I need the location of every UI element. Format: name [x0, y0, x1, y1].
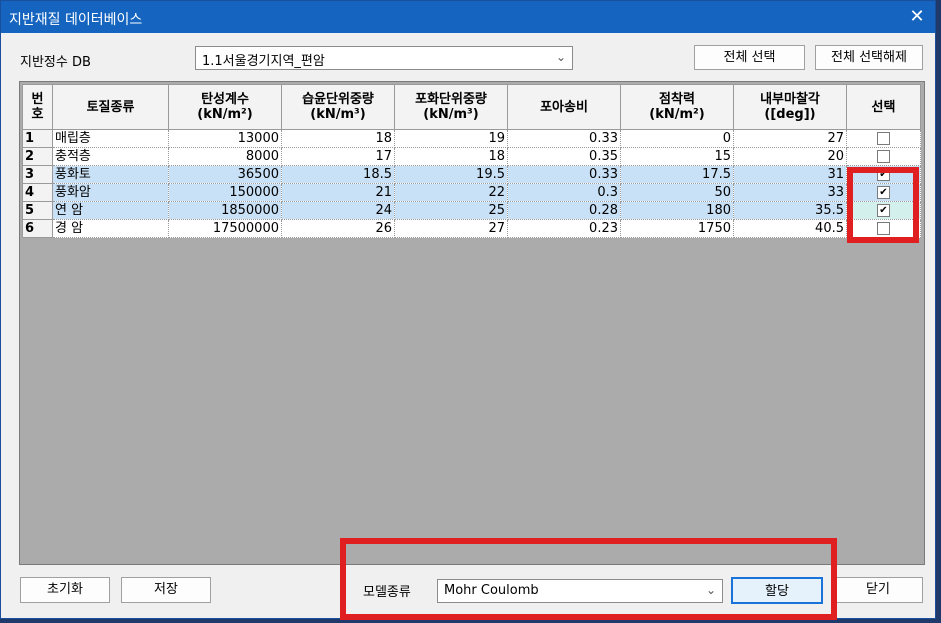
friction-angle-cell[interactable]: 33	[733, 183, 847, 202]
header-no[interactable]: 번 호	[22, 84, 53, 130]
friction-angle-cell[interactable]: 20	[733, 147, 847, 166]
cohesion-cell[interactable]: 1750	[620, 219, 734, 238]
material-table: 번 호 토질종류 탄성계수 (kN/m²) 습윤단위중량 (kN/m³) 포화단…	[22, 84, 921, 238]
sat-unit-weight-cell[interactable]: 22	[394, 183, 508, 202]
type-cell[interactable]: 풍화토	[52, 165, 169, 184]
reset-button[interactable]: 초기화	[20, 577, 110, 603]
select-all-button[interactable]: 전체 선택	[694, 45, 805, 70]
save-button[interactable]: 저장	[121, 577, 211, 603]
cohesion-cell[interactable]: 50	[620, 183, 734, 202]
type-cell[interactable]: 풍화암	[52, 183, 169, 202]
poisson-ratio-cell[interactable]: 0.33	[507, 165, 621, 184]
wet-unit-weight-cell[interactable]: 26	[281, 219, 395, 238]
select-checkbox[interactable]	[877, 149, 890, 163]
window-title: 지반재질 데이터베이스	[9, 12, 143, 28]
close-button[interactable]: 닫기	[833, 577, 923, 603]
model-type-label: 모델종류	[363, 585, 411, 600]
header-friction-angle[interactable]: 내부마찰각 ([deg])	[733, 84, 847, 130]
select-cell	[846, 219, 921, 238]
header-sat-unit-weight[interactable]: 포화단위중량 (kN/m³)	[394, 84, 508, 130]
elastic-modulus-cell[interactable]: 1850000	[168, 201, 282, 220]
wet-unit-weight-cell[interactable]: 18	[281, 129, 395, 148]
elastic-modulus-cell[interactable]: 150000	[168, 183, 282, 202]
elastic-modulus-cell[interactable]: 8000	[168, 147, 282, 166]
chevron-down-icon: ⌄	[705, 583, 716, 597]
table-row[interactable]: 5연 암 1850000 24 25 0.28 180 35.5 ✔	[22, 201, 921, 220]
select-checkbox[interactable]: ✔	[877, 203, 890, 217]
friction-angle-cell[interactable]: 31	[733, 165, 847, 184]
friction-angle-cell[interactable]: 27	[733, 129, 847, 148]
select-cell	[846, 147, 921, 166]
sat-unit-weight-cell[interactable]: 19	[394, 129, 508, 148]
table-row[interactable]: 4 풍화암 150000 21 22 0.3 50 33 ✔	[22, 183, 921, 202]
cohesion-cell[interactable]: 180	[620, 201, 734, 220]
row-number-cell[interactable]: 2	[22, 147, 53, 166]
cohesion-cell[interactable]: 15	[620, 147, 734, 166]
poisson-ratio-cell[interactable]: 0.33	[507, 129, 621, 148]
header-cohesion[interactable]: 점착력 (kN/m²)	[620, 84, 734, 130]
type-cell[interactable]: 경 암	[52, 219, 169, 238]
select-cell	[846, 129, 921, 148]
friction-angle-cell[interactable]: 35.5	[733, 201, 847, 220]
select-checkbox[interactable]: ✔	[877, 185, 890, 199]
assign-button[interactable]: 할당	[731, 577, 823, 604]
db-select[interactable]: 1.1서울경기지역_편암 ⌄	[195, 46, 573, 70]
header-wet-unit-weight[interactable]: 습윤단위중량 (kN/m³)	[281, 84, 395, 130]
select-cell: ✔	[846, 201, 921, 220]
wet-unit-weight-cell[interactable]: 18.5	[281, 165, 395, 184]
title-bar: 지반재질 데이터베이스 ✕	[1, 1, 935, 33]
elastic-modulus-cell[interactable]: 13000	[168, 129, 282, 148]
table-row[interactable]: 3 풍화토 36500 18.5 19.5 0.33 17.5 31 ✔	[22, 165, 921, 184]
header-select[interactable]: 선택	[846, 84, 921, 130]
wet-unit-weight-cell[interactable]: 17	[281, 147, 395, 166]
cohesion-cell[interactable]: 17.5	[620, 165, 734, 184]
select-checkbox[interactable]	[877, 221, 890, 235]
sat-unit-weight-cell[interactable]: 19.5	[394, 165, 508, 184]
poisson-ratio-cell[interactable]: 0.35	[507, 147, 621, 166]
model-type-value: Mohr Coulomb	[444, 583, 539, 598]
row-number-cell[interactable]: 4	[22, 183, 53, 202]
row-number-cell[interactable]: 3	[22, 165, 53, 184]
poisson-ratio-cell[interactable]: 0.23	[507, 219, 621, 238]
table-row[interactable]: 6경 암 17500000 26 27 0.23 1750 40.5	[22, 219, 921, 238]
header-soil-type[interactable]: 토질종류	[52, 84, 169, 130]
select-checkbox[interactable]: ✔	[877, 167, 890, 181]
poisson-ratio-cell[interactable]: 0.28	[507, 201, 621, 220]
close-icon[interactable]: ✕	[905, 5, 929, 29]
select-checkbox[interactable]	[877, 131, 890, 145]
model-type-select[interactable]: Mohr Coulomb ⌄	[437, 579, 723, 603]
row-number-cell[interactable]: 5	[22, 201, 53, 220]
sat-unit-weight-cell[interactable]: 25	[394, 201, 508, 220]
db-select-value: 1.1서울경기지역_편암	[202, 54, 325, 69]
cohesion-cell[interactable]: 0	[620, 129, 734, 148]
sat-unit-weight-cell[interactable]: 27	[394, 219, 508, 238]
select-cell: ✔	[846, 165, 921, 184]
elastic-modulus-cell[interactable]: 36500	[168, 165, 282, 184]
chevron-down-icon: ⌄	[555, 50, 566, 64]
wet-unit-weight-cell[interactable]: 24	[281, 201, 395, 220]
db-label: 지반정수 DB	[20, 55, 91, 70]
wet-unit-weight-cell[interactable]: 21	[281, 183, 395, 202]
poisson-ratio-cell[interactable]: 0.3	[507, 183, 621, 202]
material-database-dialog: 지반재질 데이터베이스 ✕ 지반정수 DB 1.1서울경기지역_편암 ⌄ 전체 …	[0, 0, 936, 620]
select-cell: ✔	[846, 183, 921, 202]
grid-area: 번 호 토질종류 탄성계수 (kN/m²) 습윤단위중량 (kN/m³) 포화단…	[19, 81, 925, 565]
header-elastic-modulus[interactable]: 탄성계수 (kN/m²)	[168, 84, 282, 130]
friction-angle-cell[interactable]: 40.5	[733, 219, 847, 238]
type-cell[interactable]: 충적층	[52, 147, 169, 166]
sat-unit-weight-cell[interactable]: 18	[394, 147, 508, 166]
type-cell[interactable]: 매립층	[52, 129, 169, 148]
deselect-all-button[interactable]: 전체 선택해제	[815, 45, 923, 70]
header-poisson-ratio[interactable]: 포아송비	[507, 84, 621, 130]
row-number-cell[interactable]: 1	[22, 129, 53, 148]
row-number-cell[interactable]: 6	[22, 219, 53, 238]
type-cell[interactable]: 연 암	[52, 201, 169, 220]
table-row[interactable]: 1 매립층 13000 18 19 0.33 0 27	[22, 129, 921, 148]
table-row[interactable]: 2 충적층 8000 17 18 0.35 15 20	[22, 147, 921, 166]
elastic-modulus-cell[interactable]: 17500000	[168, 219, 282, 238]
